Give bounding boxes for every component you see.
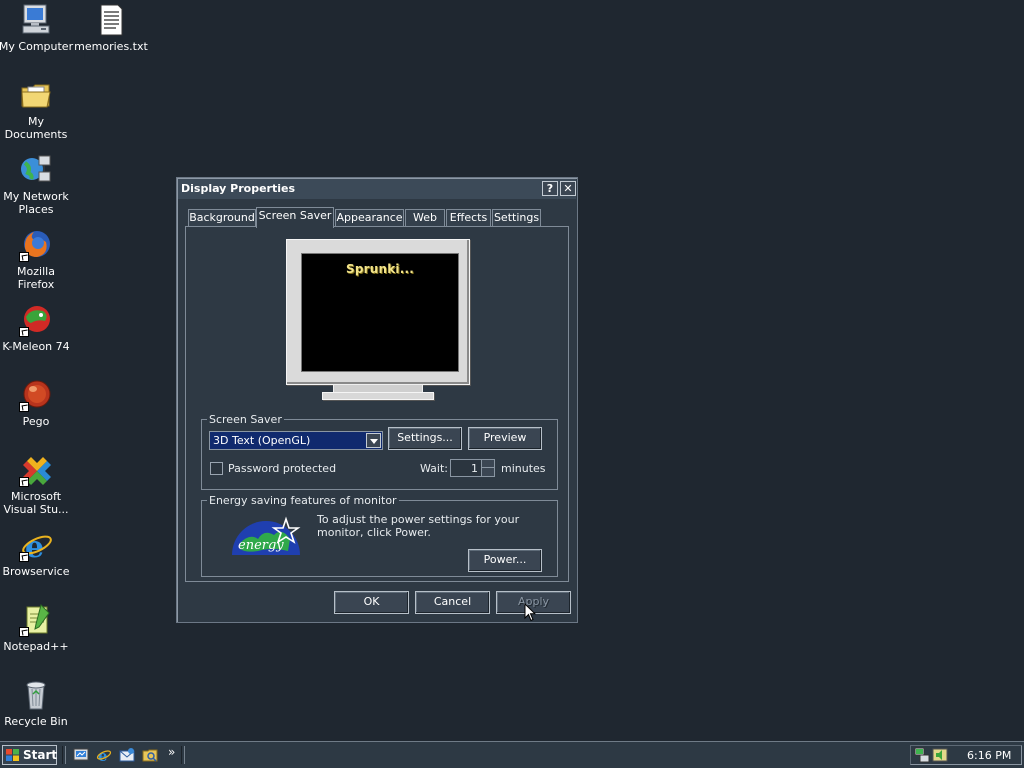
volume-tray-icon[interactable] [932,747,948,763]
desktop-icon-label: My Network Places [3,190,69,216]
desktop-icon-my-computer[interactable]: My Computer [0,3,74,53]
system-tray: 6:16 PM [910,745,1022,765]
show-desktop-icon[interactable] [73,747,89,763]
desktop-icon-label: K-Meleon 74 [2,340,70,353]
energy-group-label: Energy saving features of monitor [207,494,399,507]
network-icon [19,153,53,187]
internet-explorer-icon[interactable]: e [96,747,112,765]
shortcut-arrow-icon [19,627,29,637]
desktop-icon-label: memories.txt [74,40,148,53]
windows-logo-icon [6,749,19,761]
clock[interactable]: 6:16 PM [967,749,1011,762]
desktop-icon-label: Notepad++ [3,640,69,653]
text-file-icon [94,3,128,37]
settings-button[interactable]: Settings... [388,427,462,450]
desktop-icon-my-documents[interactable]: My Documents [0,78,74,141]
desktop-icon-label: My Documents [4,115,68,141]
shortcut-arrow-icon [19,402,29,412]
desktop-icon-label: My Computer [0,40,74,53]
desktop-icon-label: Mozilla Firefox [17,265,55,291]
password-label[interactable]: Password protected [228,462,336,475]
svg-text:e: e [98,747,108,763]
stepper-up-icon[interactable] [481,460,494,468]
dialog-titlebar[interactable]: Display Properties ? ✕ [178,179,576,199]
energy-text: To adjust the power settings for your mo… [317,513,520,539]
start-label: Start [23,748,58,762]
password-checkbox[interactable] [210,462,223,475]
desktop-icon-label: Browservice [2,565,70,578]
minutes-label: minutes [501,462,546,475]
desktop-icon-label: Recycle Bin [4,715,68,728]
pego-icon [19,378,53,412]
start-button[interactable]: Start [2,745,57,765]
screen-saver-group: Screen Saver 3D Text (OpenGL) Settings..… [201,413,558,490]
wait-stepper[interactable]: 1 [450,459,495,477]
desktop-icon-pego[interactable]: Pego [0,378,74,428]
internet-explorer-icon: e [19,528,53,562]
folder-icon [19,78,53,112]
tab-screen-saver[interactable]: Screen Saver [256,207,334,228]
energy-group: Energy saving features of monitor energy… [201,494,558,577]
desktop-icon-visual-studio[interactable]: Microsoft Visual Stu... [0,453,74,516]
wait-value[interactable]: 1 [471,462,478,475]
desktop-icon-label: Microsoft Visual Stu... [3,490,69,516]
chevron-down-icon[interactable] [366,433,381,448]
monitor-base [322,392,434,400]
preview-button[interactable]: Preview [468,427,542,450]
shortcut-arrow-icon [19,552,29,562]
recycle-bin-icon [19,678,53,712]
desktop-icon-my-network-places[interactable]: My Network Places [0,153,74,216]
screen-saver-selected: 3D Text (OpenGL) [213,434,311,447]
ok-button[interactable]: OK [334,591,409,614]
dialog-title: Display Properties [181,182,296,195]
my-computer-icon [19,3,53,37]
preview-text: Sprunki... [345,262,414,276]
wait-label: Wait: [420,462,448,475]
desktop-icon-browservice[interactable]: e Browservice [0,528,74,578]
tab-effects[interactable]: Effects [446,209,491,226]
preview-screen: Sprunki... [301,253,459,372]
notepadpp-icon [19,603,53,637]
display-properties-dialog: Display Properties ? ✕ Background Screen… [176,177,578,623]
tab-settings[interactable]: Settings [492,209,541,226]
desktop-icon-label: Pego [22,415,50,428]
desktop-icon-memories-txt[interactable]: memories.txt [73,3,149,53]
desktop-icon-recycle-bin[interactable]: Recycle Bin [0,678,74,728]
tab-appearance[interactable]: Appearance [335,209,404,226]
shortcut-arrow-icon [19,252,29,262]
monitor-preview: Sprunki... [286,239,470,385]
help-button[interactable]: ? [542,181,558,196]
mouse-cursor-icon [524,603,536,622]
energy-star-logo: energy [228,511,304,557]
tab-background[interactable]: Background [188,209,256,226]
firefox-icon [19,228,53,262]
kmeleon-icon [19,303,53,337]
visual-studio-icon [19,453,53,487]
screen-saver-panel: Sprunki... Screen Saver 3D Text (OpenGL)… [185,226,569,582]
power-button[interactable]: Power... [468,549,542,572]
taskbar: Start e » 6:16 PM [0,741,1024,768]
quick-launch-overflow[interactable]: » [168,745,175,759]
desktop-icon-notepadpp[interactable]: Notepad++ [0,603,74,653]
screen-saver-select[interactable]: 3D Text (OpenGL) [209,431,383,450]
taskbar-separator [181,746,185,764]
tab-web[interactable]: Web [405,209,445,226]
outlook-express-icon[interactable] [119,747,135,763]
shortcut-arrow-icon [19,327,29,337]
desktop-icon-mozilla-firefox[interactable]: Mozilla Firefox [0,228,74,291]
energy-logo-text: energy [238,538,284,553]
shortcut-arrow-icon [19,477,29,487]
network-tray-icon[interactable] [914,747,930,763]
taskbar-separator [62,746,66,764]
screen-saver-group-label: Screen Saver [207,413,284,426]
stepper-down-icon[interactable] [481,468,494,476]
close-button[interactable]: ✕ [560,181,576,196]
windows-explorer-icon[interactable] [142,747,158,763]
desktop-icon-k-meleon[interactable]: K-Meleon 74 [0,303,74,353]
cancel-button[interactable]: Cancel [415,591,490,614]
